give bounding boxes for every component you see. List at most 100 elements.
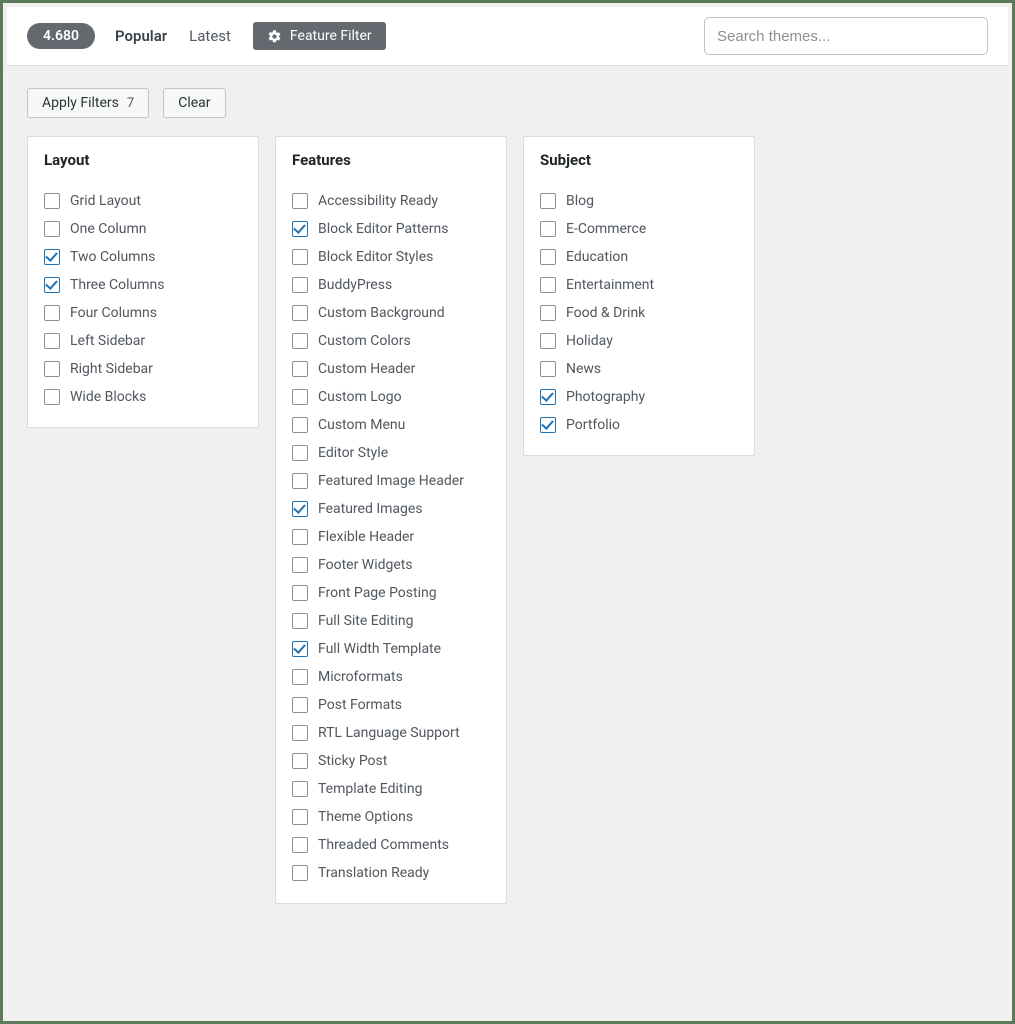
panel-subject-list: BlogE-CommerceEducation Entertainment Food… [540, 187, 738, 439]
checkbox-row[interactable]: Blog [540, 187, 738, 215]
checkbox-icon[interactable] [292, 361, 308, 377]
checkbox-row[interactable]: Translation Ready [292, 859, 490, 887]
checkbox-icon[interactable] [292, 865, 308, 881]
checkbox-icon[interactable] [540, 417, 556, 433]
checkbox-icon[interactable] [292, 277, 308, 293]
checkbox-icon[interactable] [292, 501, 308, 517]
checkbox-icon[interactable] [292, 557, 308, 573]
checkbox-icon[interactable] [292, 585, 308, 601]
feature-filter-button[interactable]: Feature Filter [253, 22, 386, 50]
checkbox-row[interactable]: One Column [44, 215, 242, 243]
checkbox-icon[interactable] [292, 445, 308, 461]
checkbox-label: Featured Images [318, 501, 423, 517]
checkbox-row[interactable]: Template Editing [292, 775, 490, 803]
checkbox-row[interactable]: Threaded Comments [292, 831, 490, 859]
checkbox-icon[interactable] [292, 753, 308, 769]
checkbox-row[interactable]: Photography [540, 383, 738, 411]
checkbox-row[interactable]: E-Commerce [540, 215, 738, 243]
checkbox-row[interactable]: RTL Language Support [292, 719, 490, 747]
theme-count-badge[interactable]: 4.680 [27, 23, 95, 49]
apply-filters-button[interactable]: Apply Filters 7 [27, 88, 149, 118]
checkbox-icon[interactable] [44, 361, 60, 377]
search-input[interactable] [704, 17, 988, 55]
checkbox-icon[interactable] [44, 277, 60, 293]
checkbox-row[interactable]: Custom Logo [292, 383, 490, 411]
checkbox-icon[interactable] [44, 221, 60, 237]
panel-layout-list: Grid LayoutOne ColumnTwo ColumnsThree Co… [44, 187, 242, 411]
clear-button[interactable]: Clear [163, 88, 225, 118]
checkbox-row[interactable]: BuddyPress [292, 271, 490, 299]
checkbox-icon[interactable] [292, 781, 308, 797]
checkbox-icon[interactable] [540, 361, 556, 377]
checkbox-icon[interactable] [292, 305, 308, 321]
checkbox-icon[interactable] [44, 193, 60, 209]
checkbox-row[interactable]: Three Columns [44, 271, 242, 299]
checkbox-icon[interactable] [44, 333, 60, 349]
checkbox-icon[interactable] [292, 809, 308, 825]
tab-popular[interactable]: Popular [115, 23, 167, 49]
checkbox-row[interactable]: News [540, 355, 738, 383]
checkbox-row[interactable]: Right Sidebar [44, 355, 242, 383]
checkbox-icon[interactable] [540, 389, 556, 405]
checkbox-icon[interactable] [292, 221, 308, 237]
checkbox-icon[interactable] [292, 529, 308, 545]
checkbox-icon[interactable] [540, 333, 556, 349]
checkbox-icon[interactable] [292, 193, 308, 209]
checkbox-icon[interactable] [292, 669, 308, 685]
checkbox-icon[interactable] [540, 277, 556, 293]
checkbox-row[interactable]: Left Sidebar [44, 327, 242, 355]
checkbox-row[interactable]: Custom Header [292, 355, 490, 383]
checkbox-row[interactable]: Custom Background [292, 299, 490, 327]
checkbox-row[interactable]: Food & Drink [540, 299, 738, 327]
checkbox-row[interactable]: Entertainment [540, 271, 738, 299]
checkbox-icon[interactable] [540, 305, 556, 321]
checkbox-row[interactable]: Sticky Post [292, 747, 490, 775]
checkbox-row[interactable]: Portfolio [540, 411, 738, 439]
checkbox-label: Photography [566, 389, 645, 405]
checkbox-row[interactable]: Block Editor Patterns [292, 215, 490, 243]
checkbox-icon[interactable] [292, 333, 308, 349]
checkbox-icon[interactable] [292, 417, 308, 433]
checkbox-row[interactable]: Full Site Editing [292, 607, 490, 635]
checkbox-icon[interactable] [44, 305, 60, 321]
checkbox-label: Custom Background [318, 305, 445, 321]
panel-layout-title: Layout [44, 151, 242, 169]
checkbox-icon[interactable] [540, 249, 556, 265]
checkbox-icon[interactable] [540, 221, 556, 237]
checkbox-row[interactable]: Grid Layout [44, 187, 242, 215]
checkbox-icon[interactable] [44, 249, 60, 265]
checkbox-row[interactable]: Featured Image Header [292, 467, 490, 495]
checkbox-icon[interactable] [292, 613, 308, 629]
checkbox-icon[interactable] [292, 249, 308, 265]
checkbox-row[interactable]: Flexible Header [292, 523, 490, 551]
checkbox-label: Entertainment [566, 277, 654, 293]
checkbox-row[interactable]: Footer Widgets [292, 551, 490, 579]
checkbox-row[interactable]: Accessibility Ready [292, 187, 490, 215]
checkbox-row[interactable]: Full Width Template [292, 635, 490, 663]
checkbox-row[interactable]: Theme Options [292, 803, 490, 831]
checkbox-row[interactable]: Custom Menu [292, 411, 490, 439]
checkbox-row[interactable]: Four Columns [44, 299, 242, 327]
checkbox-row[interactable]: Block Editor Styles [292, 243, 490, 271]
checkbox-row[interactable]: Post Formats [292, 691, 490, 719]
checkbox-icon[interactable] [540, 193, 556, 209]
checkbox-icon[interactable] [292, 473, 308, 489]
checkbox-icon[interactable] [44, 389, 60, 405]
feature-filter-label: Feature Filter [290, 28, 372, 44]
checkbox-row[interactable]: Editor Style [292, 439, 490, 467]
checkbox-row[interactable]: Front Page Posting [292, 579, 490, 607]
checkbox-icon[interactable] [292, 697, 308, 713]
checkbox-icon[interactable] [292, 837, 308, 853]
checkbox-row[interactable]: Microformats [292, 663, 490, 691]
tab-latest[interactable]: Latest [189, 23, 231, 49]
checkbox-label: Custom Logo [318, 389, 402, 405]
checkbox-row[interactable]: Two Columns [44, 243, 242, 271]
checkbox-row[interactable]: Custom Colors [292, 327, 490, 355]
checkbox-row[interactable]: Wide Blocks [44, 383, 242, 411]
checkbox-row[interactable]: Education [540, 243, 738, 271]
checkbox-row[interactable]: Holiday [540, 327, 738, 355]
checkbox-icon[interactable] [292, 725, 308, 741]
checkbox-icon[interactable] [292, 389, 308, 405]
checkbox-row[interactable]: Featured Images [292, 495, 490, 523]
checkbox-icon[interactable] [292, 641, 308, 657]
